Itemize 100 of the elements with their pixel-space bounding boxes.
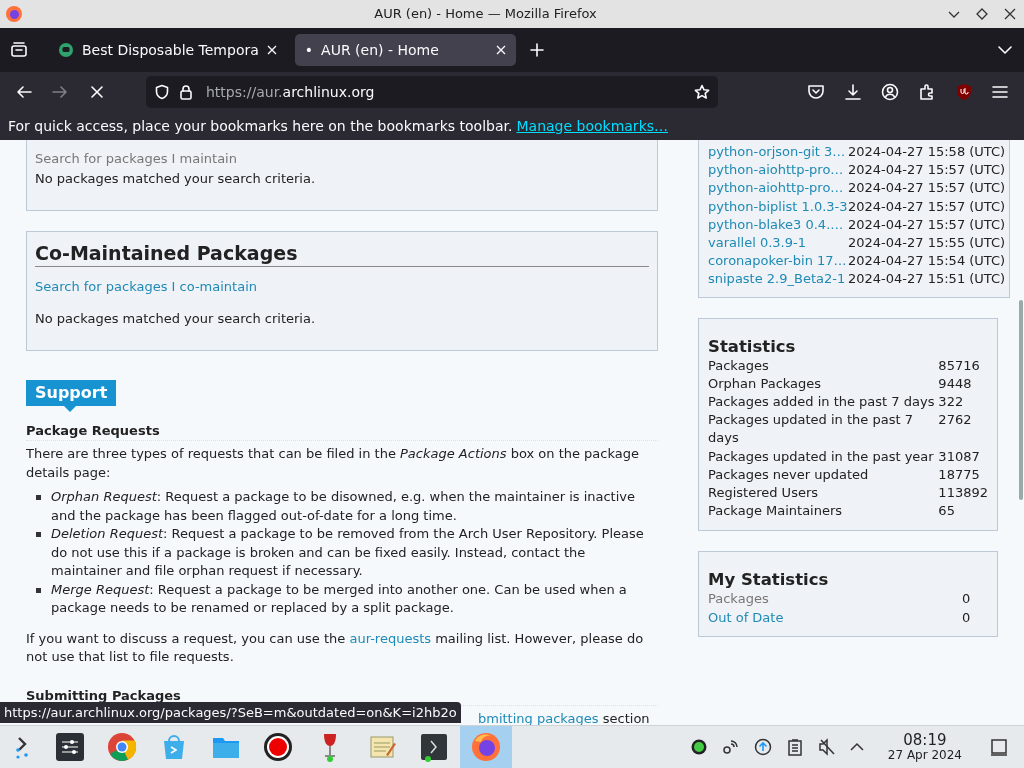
table-cell: 2024-04-27 15:57 (UTC)	[848, 197, 1006, 216]
stat-value: 85716	[938, 357, 980, 373]
panel-heading: My Statistics	[708, 570, 830, 591]
shield-icon	[154, 84, 170, 100]
stat-label: Packages updated in the past year	[708, 448, 934, 464]
address-bar[interactable]: https://aur.archlinux.org	[146, 76, 718, 108]
package-link[interactable]: python-aiohttp-pro…	[708, 162, 844, 178]
subsection-heading: Package Requests	[26, 422, 658, 441]
stat-label: Registered Users	[708, 485, 819, 501]
stat-label: Package Maintainers	[708, 503, 843, 519]
paragraph: There are three types of requests that can be filed in the Package Actions box on the package details page:	[26, 445, 640, 482]
stat-value: 2762	[938, 412, 972, 428]
empty-message: No packages matched your search criteria.	[35, 169, 317, 188]
list-item: Deletion Request: Request a package to be removed from the Arch User Repository. Please do not use this if a package is broken and can be fixed easily. Instead, contact the maintainer and file orphan request if necessary.	[51, 525, 658, 581]
stop-icon[interactable]	[90, 85, 104, 99]
clock[interactable]: 08:19 27 Apr 2024	[887, 732, 962, 762]
tab-title: Best Disposable Tempora	[82, 40, 259, 60]
firefox-icon	[5, 5, 23, 23]
manage-bookmarks-link[interactable]: Manage bookmarks…	[516, 115, 669, 137]
table-cell-text: 2024-04-27 15:58 (UTC)	[848, 143, 1006, 161]
lock-icon	[178, 84, 194, 100]
chat-bubble-icon	[58, 42, 74, 58]
show-desktop-icon[interactable]	[990, 738, 1008, 756]
package-link[interactable]: varallel 0.3.9-1	[708, 235, 806, 250]
extensions-icon[interactable]	[918, 83, 936, 101]
close-icon[interactable]	[1004, 8, 1016, 20]
stat-value: 113892	[938, 485, 988, 501]
stat-value: 9448	[938, 375, 972, 391]
menu-icon[interactable]	[992, 84, 1008, 100]
section-heading: Co-Maintained Packages	[35, 240, 649, 267]
table-cell: 2024-04-27 15:51 (UTC)	[848, 270, 1006, 289]
launcher-icon	[14, 735, 30, 759]
record-icon	[262, 731, 294, 763]
tab[interactable]: Best Disposable Tempora	[48, 34, 287, 66]
back-icon[interactable]	[16, 84, 32, 100]
chevron-down-icon[interactable]	[998, 43, 1012, 57]
stat-label: Packages	[708, 591, 769, 607]
stat-label: Packages updated in the past 7 days	[708, 412, 913, 446]
loading-dot: •	[304, 40, 314, 60]
pointer-icon	[64, 406, 76, 412]
package-link[interactable]: python-orjson-git 3…	[708, 144, 846, 159]
panel-heading: Statistics	[708, 336, 797, 357]
stat-link[interactable]: Out of Date	[708, 609, 784, 625]
pocket-icon[interactable]	[807, 83, 825, 101]
firefox-icon	[470, 731, 502, 763]
status-url: https://aur.archlinux.org/packages/?SeB=m&outdated=on&K=i2hb2o	[0, 701, 461, 723]
package-link[interactable]: snipaste 2.9_Beta2-1	[708, 271, 846, 287]
empty-message: No packages matched your search criteria.	[35, 309, 317, 328]
account-icon[interactable]	[881, 83, 899, 101]
clock-time: 08:19	[903, 732, 947, 749]
table-cell-text: 2024-04-27 15:55 (UTC)	[848, 234, 1006, 252]
window-title: AUR (en) - Home — Mozilla Firefox	[373, 5, 598, 24]
stat-label: Packages added in the past 7 days	[708, 394, 935, 410]
table-cell: 2024-04-27 15:57 (UTC)	[848, 215, 1006, 234]
stat-value: 65	[938, 503, 955, 519]
search-link[interactable]: Search for packages I co-maintain	[35, 277, 649, 297]
bullet-icon	[36, 495, 41, 500]
bookmarks-hint: For quick access, place your bookmarks here on the bookmarks toolbar.	[8, 116, 513, 136]
update-icon[interactable]	[753, 738, 772, 756]
table-cell: 2024-04-27 15:57 (UTC)	[848, 161, 1006, 180]
tab-list-icon[interactable]	[10, 41, 28, 59]
package-link[interactable]: python-aiohttp-pro…	[708, 180, 844, 196]
shield-icon[interactable]	[955, 83, 973, 101]
star-icon[interactable]	[694, 84, 710, 100]
url-text: https://aur.archlinux.org	[206, 82, 376, 102]
terminal-icon	[418, 731, 450, 763]
stat-value: 18775	[938, 466, 980, 482]
stat-label: Packages never updated	[708, 466, 869, 482]
paragraph: bmitting packages section	[478, 709, 651, 725]
section-banner: Support	[26, 380, 117, 406]
package-link[interactable]: python-biplist 1.0.3-3	[708, 198, 848, 214]
submitting-link[interactable]: bmitting packages	[478, 710, 599, 725]
network-icon[interactable]	[721, 738, 740, 756]
paragraph: If you want to discuss a request, you can use the aur-requests mailing list. However, please do not use that list to file requests.	[26, 629, 645, 666]
stat-label: Orphan Packages	[708, 375, 822, 391]
package-link[interactable]: python-blake3 0.4.…	[708, 216, 844, 232]
browser-icon	[106, 731, 138, 763]
new-tab-icon[interactable]	[529, 43, 544, 57]
maximize-icon[interactable]	[976, 8, 988, 20]
status-dot-icon[interactable]	[689, 738, 708, 756]
stat-value: 322	[938, 394, 964, 410]
tab[interactable]: • AUR (en) - Home	[294, 34, 516, 66]
package-link[interactable]: coronapoker-bin 17…	[708, 253, 847, 269]
speaker-muted-icon[interactable]	[817, 738, 836, 756]
list-item: Orphan Request: Request a package to be disowned, e.g. when the maintainer is inactive and the package has been flagged out-of-date for a long time.	[51, 488, 658, 525]
stat-value: 0	[962, 591, 971, 607]
list-item: Merge Request: Request a package to be merged into another one. Can be used when a package needs to be renamed or replaced by a split package.	[51, 580, 658, 618]
sliders-icon	[54, 731, 86, 763]
stat-label: Packages	[708, 357, 769, 373]
mailing-list-link[interactable]: aur-requests	[349, 630, 432, 646]
scrollbar[interactable]	[1019, 300, 1023, 500]
tab-title: AUR (en) - Home	[321, 40, 440, 60]
download-icon[interactable]	[844, 83, 862, 101]
clipboard-icon[interactable]	[785, 738, 804, 756]
clock-date: 27 Apr 2024	[887, 748, 962, 762]
search-link[interactable]: Search for packages I maintain	[35, 149, 649, 169]
table-cell: 2024-04-27 15:57 (UTC)	[848, 179, 1006, 198]
stat-value: 31087	[938, 448, 980, 464]
bullet-icon	[36, 532, 41, 537]
stat-value: 0	[962, 609, 971, 625]
